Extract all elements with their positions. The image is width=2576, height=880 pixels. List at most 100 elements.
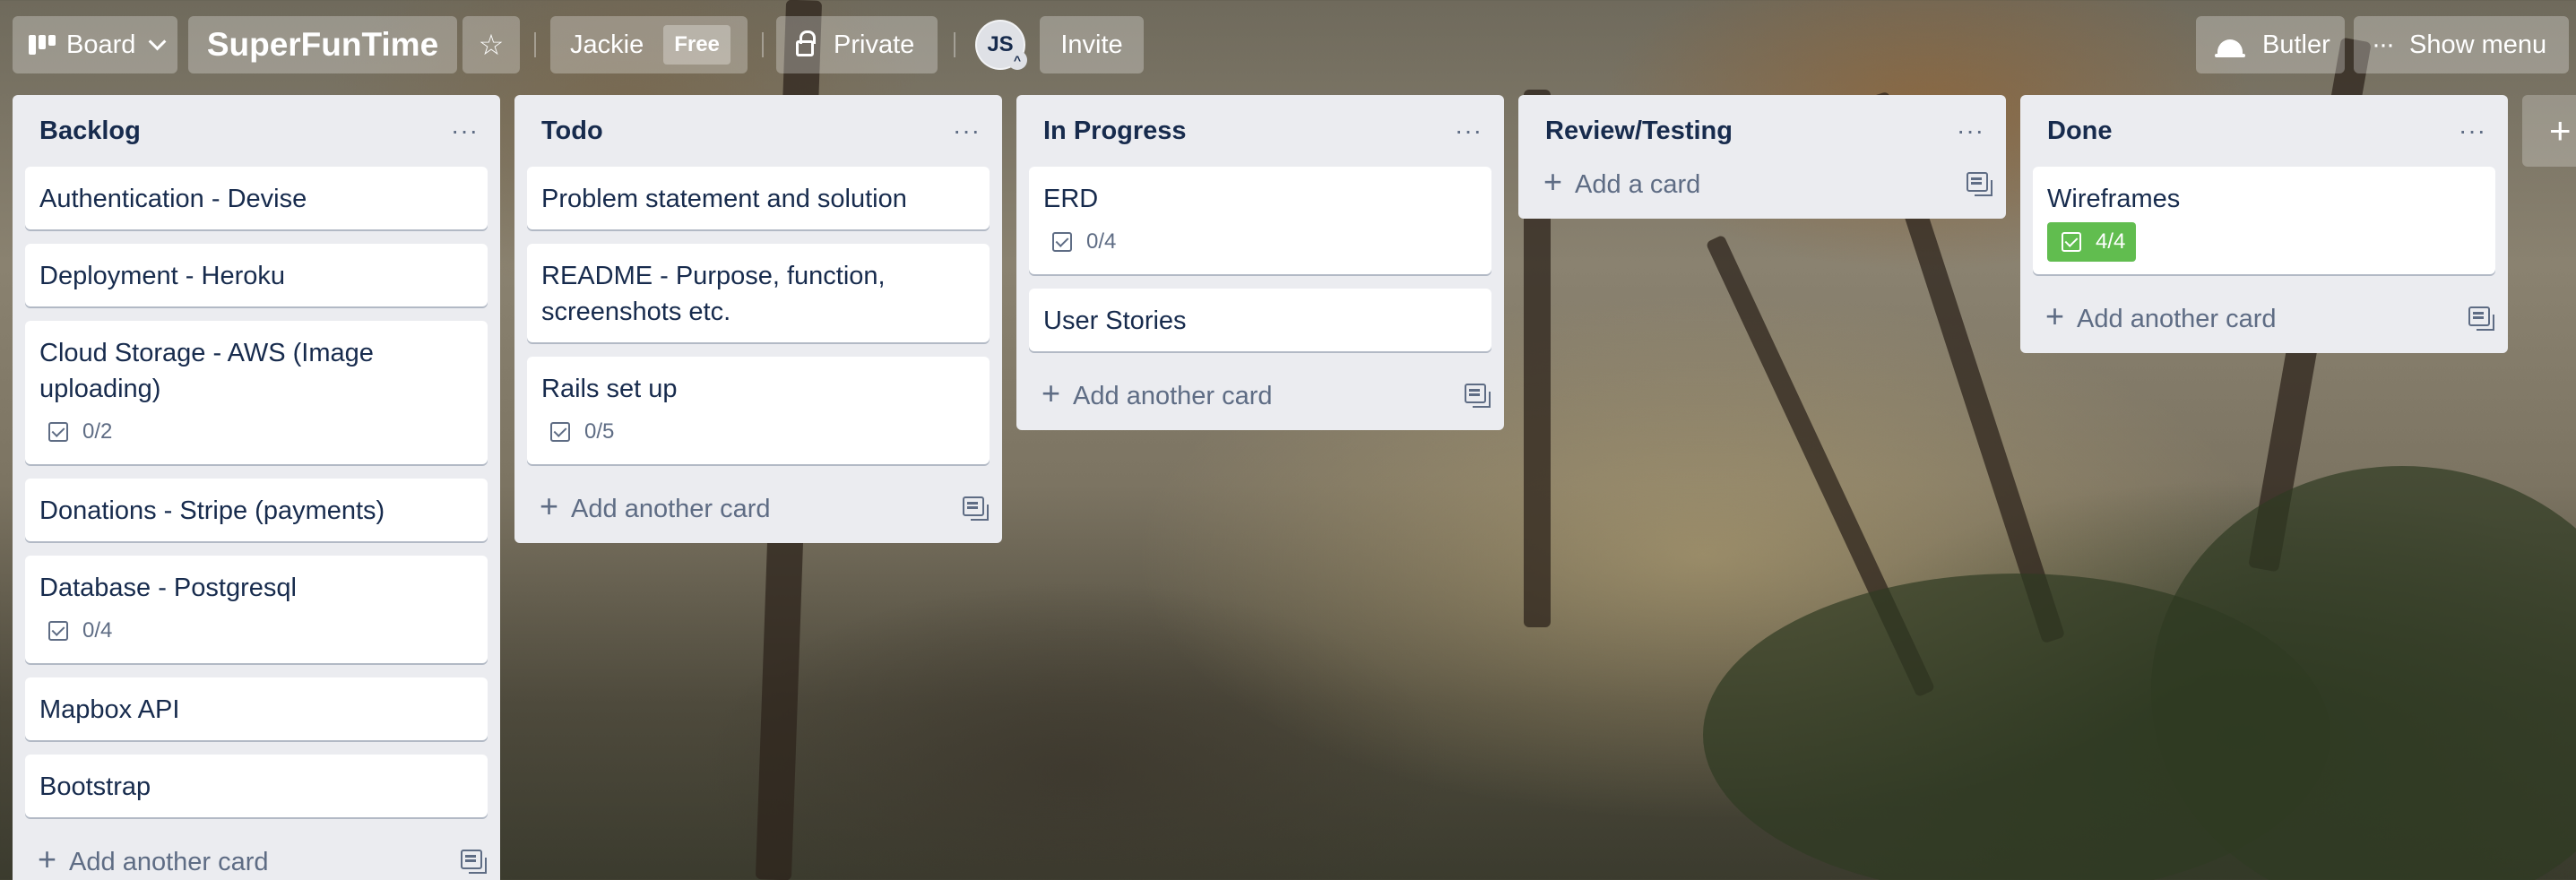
checklist-badge: 0/4 <box>39 611 121 651</box>
add-card-label: Add a card <box>1575 170 1701 199</box>
plus-icon: + <box>540 487 559 524</box>
checklist-badge-complete: 4/4 <box>2047 222 2137 262</box>
list-title[interactable]: Todo <box>541 116 603 146</box>
card-template-icon[interactable] <box>1465 384 1491 408</box>
card[interactable]: Authentication - Devise <box>25 167 488 229</box>
show-menu-button[interactable]: ··· Show menu <box>2354 16 2569 73</box>
checklist-icon <box>48 422 68 442</box>
checklist-icon <box>550 422 570 442</box>
list-menu-icon[interactable]: ··· <box>1455 116 1491 145</box>
checklist-badge: 0/4 <box>1043 222 1125 262</box>
plus-icon: + <box>38 841 57 877</box>
checklist-count: 4/4 <box>2096 229 2126 254</box>
butler-button[interactable]: Butler <box>2196 16 2345 73</box>
visibility-label: Private <box>834 30 915 59</box>
add-card-button[interactable]: + Add another card <box>540 487 771 525</box>
card-template-icon[interactable] <box>461 850 487 874</box>
plus-icon: + <box>1042 375 1061 411</box>
card-title: Bootstrap <box>39 772 151 801</box>
card[interactable]: Bootstrap <box>25 755 488 817</box>
list-backlog: Backlog ··· Authentication - Devise Depl… <box>13 95 500 880</box>
checklist-count: 0/5 <box>584 419 615 444</box>
list-header: Todo ··· <box>527 95 990 167</box>
card[interactable]: Deployment - Heroku <box>25 244 488 306</box>
card-title: Cloud Storage - AWS (Image uploading) <box>39 339 374 403</box>
header-divider <box>954 32 955 57</box>
checklist-count: 0/4 <box>1086 229 1117 254</box>
board-icon <box>29 35 56 55</box>
card[interactable]: Rails set up 0/5 <box>527 357 990 464</box>
star-icon: ☆ <box>478 29 505 61</box>
list-title[interactable]: Review/Testing <box>1545 116 1733 146</box>
header-divider <box>534 32 536 57</box>
checklist-badge: 0/5 <box>541 412 623 452</box>
board-title[interactable]: SuperFunTime <box>188 16 457 73</box>
member-avatar[interactable]: JS ^ <box>975 20 1027 70</box>
butler-label: Butler <box>2262 30 2330 59</box>
plus-icon: + <box>2045 298 2065 334</box>
add-card-button[interactable]: + Add another card <box>2045 298 2277 335</box>
card-title: Mapbox API <box>39 695 180 724</box>
add-card-label: Add another card <box>2077 305 2277 333</box>
visibility-button[interactable]: Private <box>776 16 938 73</box>
list-title[interactable]: In Progress <box>1043 116 1187 146</box>
add-card-row: + Add another card <box>527 479 990 534</box>
list-todo: Todo ··· Problem statement and solution … <box>514 95 1002 543</box>
board-header: Board SuperFunTime ☆ Jackie Free Private… <box>0 0 2576 90</box>
card[interactable]: Cloud Storage - AWS (Image uploading) 0/… <box>25 321 488 464</box>
card-title: Donations - Stripe (payments) <box>39 496 385 525</box>
checklist-icon <box>2062 232 2081 252</box>
card[interactable]: Mapbox API <box>25 677 488 740</box>
add-card-button[interactable]: + Add a card <box>1543 163 1700 201</box>
more-icon: ··· <box>2372 30 2395 59</box>
plan-badge: Free <box>663 25 730 65</box>
background-bush <box>2151 466 2576 880</box>
add-card-button[interactable]: + Add another card <box>38 841 269 878</box>
card[interactable]: ERD 0/4 <box>1029 167 1491 274</box>
lock-icon <box>796 30 816 56</box>
list-title[interactable]: Done <box>2047 116 2113 146</box>
list-menu-icon[interactable]: ··· <box>953 116 990 145</box>
card-title: Database - Postgresql <box>39 574 297 602</box>
board-switcher-button[interactable]: Board <box>13 16 177 73</box>
team-name: Jackie <box>570 30 644 59</box>
star-button[interactable]: ☆ <box>462 16 520 73</box>
card[interactable]: Donations - Stripe (payments) <box>25 479 488 541</box>
card-title: Problem statement and solution <box>541 185 907 213</box>
add-list-button[interactable]: + <box>2522 95 2576 167</box>
plus-icon: + <box>2549 109 2572 151</box>
list-title[interactable]: Backlog <box>39 116 141 146</box>
checklist-icon <box>1052 232 1072 252</box>
team-button[interactable]: Jackie Free <box>550 16 748 73</box>
list-menu-icon[interactable]: ··· <box>1957 116 1993 145</box>
card[interactable]: README - Purpose, function, screenshots … <box>527 244 990 342</box>
checklist-count: 0/2 <box>82 419 113 444</box>
invite-button[interactable]: Invite <box>1040 16 1144 73</box>
checklist-badge: 0/2 <box>39 412 121 452</box>
card-template-icon[interactable] <box>2468 306 2494 331</box>
card[interactable]: Problem statement and solution <box>527 167 990 229</box>
card-title: Deployment - Heroku <box>39 262 285 290</box>
add-card-label: Add another card <box>69 848 269 876</box>
card-title: README - Purpose, function, screenshots … <box>541 262 886 326</box>
add-card-row: + Add another card <box>1029 366 1491 421</box>
card-template-icon[interactable] <box>1967 172 1993 196</box>
add-card-row: + Add another card <box>25 832 488 880</box>
card-template-icon[interactable] <box>963 496 989 521</box>
admin-chevron-icon: ^ <box>1007 50 1027 70</box>
butler-icon <box>2215 39 2245 57</box>
card[interactable]: Wireframes 4/4 <box>2033 167 2495 274</box>
list-menu-icon[interactable]: ··· <box>451 116 488 145</box>
list-header: Backlog ··· <box>25 95 488 167</box>
card[interactable]: User Stories <box>1029 289 1491 351</box>
list-done: Done ··· Wireframes 4/4 + Add another car… <box>2020 95 2508 353</box>
add-card-button[interactable]: + Add another card <box>1042 375 1273 412</box>
list-menu-icon[interactable]: ··· <box>2459 116 2495 145</box>
list-header: Done ··· <box>2033 95 2495 167</box>
add-card-row: + Add another card <box>2033 289 2495 344</box>
card[interactable]: Database - Postgresql 0/4 <box>25 556 488 663</box>
add-card-label: Add another card <box>1073 382 1273 410</box>
chevron-down-icon <box>149 32 167 51</box>
card-title: Authentication - Devise <box>39 185 307 213</box>
list-in-progress: In Progress ··· ERD 0/4 User Stories + Ad… <box>1016 95 1504 430</box>
